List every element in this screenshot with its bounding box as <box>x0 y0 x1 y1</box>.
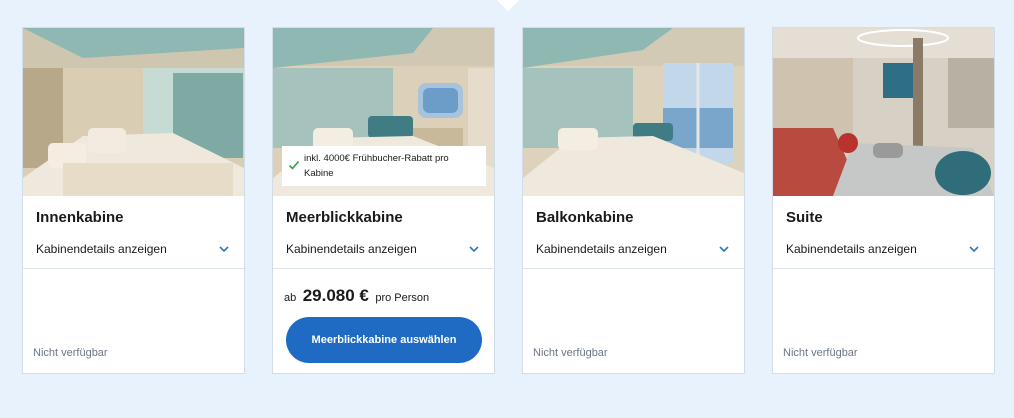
cabin-photo-balkonkabine <box>523 28 744 196</box>
chevron-down-icon <box>969 246 979 253</box>
cabin-details-toggle[interactable]: Kabinendetails anzeigen <box>536 242 731 258</box>
cabin-details-toggle[interactable]: Kabinendetails anzeigen <box>786 242 981 258</box>
price-row: ab 29.080 € pro Person <box>284 286 429 306</box>
cabin-title: Meerblickkabine <box>286 209 403 226</box>
card-divider <box>523 268 744 269</box>
cabin-card-suite: Suite Kabinendetails anzeigen Nicht verf… <box>772 27 995 374</box>
cabin-photo-innenkabine <box>23 28 244 196</box>
cabin-title: Balkonkabine <box>536 209 634 226</box>
chevron-down-icon <box>469 246 479 253</box>
availability-status: Nicht verfügbar <box>783 347 858 359</box>
cabin-title: Innenkabine <box>36 209 124 226</box>
cabin-card-balkonkabine: Balkonkabine Kabinendetails anzeigen Nic… <box>522 27 745 374</box>
chevron-down-icon <box>219 246 229 253</box>
cabin-details-label: Kabinendetails anzeigen <box>786 242 917 256</box>
chevron-down-icon <box>719 246 729 253</box>
availability-status: Nicht verfügbar <box>33 347 108 359</box>
cabin-card-meerblickkabine: inkl. 4000€ Frühbucher-Rabatt pro Kabine… <box>272 27 495 374</box>
card-divider <box>23 268 244 269</box>
cabin-details-label: Kabinendetails anzeigen <box>536 242 667 256</box>
checkmark-icon <box>288 160 300 170</box>
price-prefix: ab <box>284 292 297 304</box>
cabin-card-innenkabine: Innenkabine Kabinendetails anzeigen Nich… <box>22 27 245 374</box>
cabin-title: Suite <box>786 209 823 226</box>
cabin-details-toggle[interactable]: Kabinendetails anzeigen <box>286 242 481 258</box>
cabin-details-label: Kabinendetails anzeigen <box>286 242 417 256</box>
availability-status: Nicht verfügbar <box>533 347 608 359</box>
card-divider <box>273 268 494 269</box>
price-amount: 29.080 € <box>302 286 369 305</box>
price-suffix: pro Person <box>375 292 430 304</box>
cabin-details-label: Kabinendetails anzeigen <box>36 242 167 256</box>
cabin-photo-suite <box>773 28 994 196</box>
badge-text: inkl. 4000€ Frühbucher-Rabatt pro Kabine <box>304 153 449 179</box>
card-divider <box>773 268 994 269</box>
cabin-details-toggle[interactable]: Kabinendetails anzeigen <box>36 242 231 258</box>
early-booking-badge: inkl. 4000€ Frühbucher-Rabatt pro Kabine <box>282 146 486 186</box>
select-cabin-button[interactable]: Meerblickkabine auswählen <box>286 317 482 363</box>
dropdown-pointer <box>496 0 520 12</box>
